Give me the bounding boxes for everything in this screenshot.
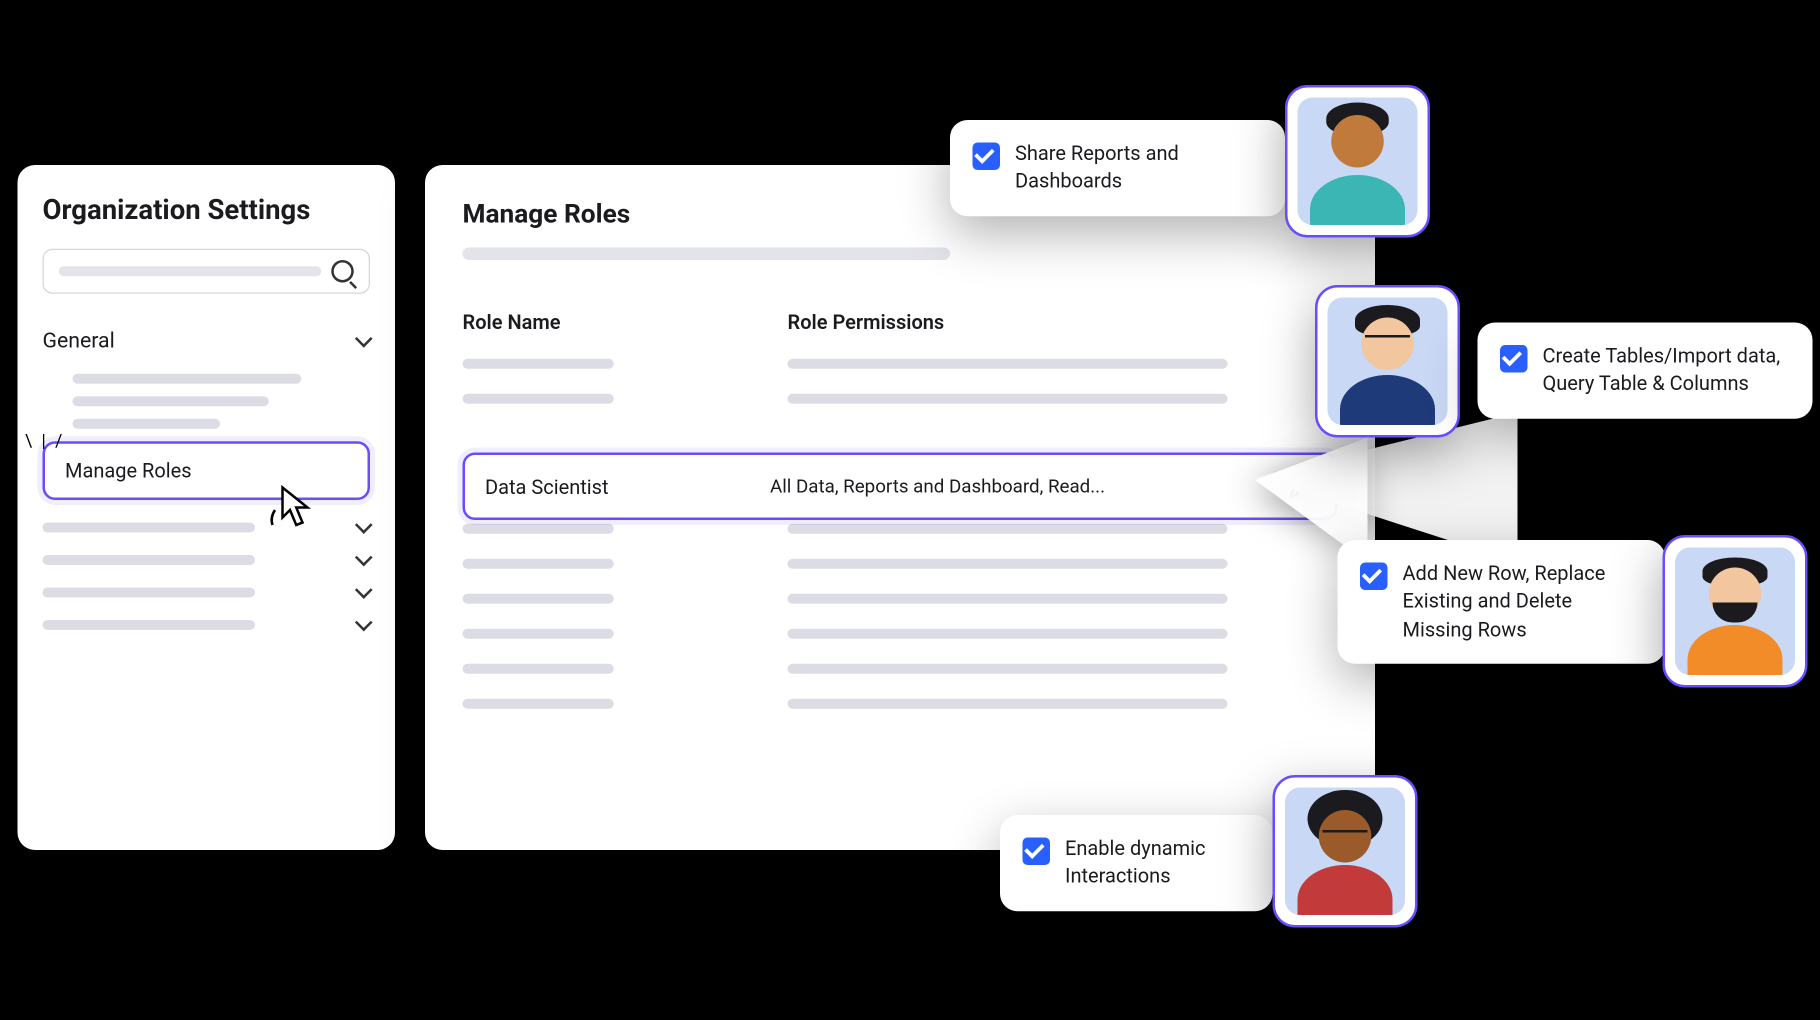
cell-skeleton (463, 664, 614, 674)
checkbox-checked-icon[interactable] (973, 143, 1001, 171)
nav-section-collapsed[interactable] (43, 555, 371, 565)
cell-skeleton (463, 594, 614, 604)
manage-roles-panel: Manage Roles Role Name Role Permissions (425, 165, 1375, 850)
nav-skeleton (73, 396, 269, 406)
role-permissions-cell: All Data, Reports and Dashboard, Read... (770, 475, 1288, 498)
cell-skeleton (788, 394, 1228, 404)
permission-callout: Enable dynamic Interactions (1000, 815, 1273, 911)
avatar (1675, 548, 1795, 676)
section-general[interactable]: General (43, 329, 371, 354)
checkbox-checked-icon[interactable] (1500, 345, 1528, 373)
avatar (1328, 298, 1448, 426)
column-header: Role Name (463, 310, 738, 334)
cell-skeleton (463, 359, 614, 369)
search-icon (331, 260, 354, 283)
panel-title: Organization Settings (43, 195, 371, 226)
cell-skeleton (788, 524, 1228, 534)
nav-skeleton (73, 419, 220, 429)
avatar-card (1285, 85, 1430, 238)
chevron-down-icon (355, 330, 373, 348)
cell-skeleton (788, 699, 1228, 709)
cell-skeleton (788, 559, 1228, 569)
roles-table: Role Name Role Permissions (463, 310, 1338, 734)
cell-skeleton (463, 394, 614, 404)
avatar-card (1315, 285, 1460, 438)
avatar (1298, 98, 1418, 226)
nav-skeleton (43, 588, 256, 598)
cell-skeleton (788, 664, 1228, 674)
cell-skeleton (788, 594, 1228, 604)
role-name-cell: Data Scientist (485, 474, 770, 498)
nav-skeleton (73, 374, 302, 384)
permission-callout: Share Reports and Dashboards (950, 120, 1285, 216)
permission-label: Create Tables/Import data, Query Table &… (1543, 343, 1791, 399)
permission-label: Share Reports and Dashboards (1015, 140, 1263, 196)
subtitle-skeleton (463, 248, 951, 261)
emphasis-tick-icon: \ | / (25, 431, 65, 451)
cell-skeleton (463, 699, 614, 709)
cell-skeleton (463, 524, 614, 534)
cursor-icon (265, 480, 315, 535)
nav-section-collapsed[interactable] (43, 620, 371, 630)
chevron-down-icon (355, 614, 373, 632)
permission-callout: Add New Row, Replace Existing and Delete… (1338, 540, 1666, 664)
avatar-card (1663, 535, 1808, 688)
chevron-down-icon (355, 581, 373, 599)
avatar-card (1273, 775, 1418, 928)
nav-skeleton (43, 523, 256, 533)
cell-skeleton (463, 629, 614, 639)
org-settings-panel: Organization Settings General \ | / Mana… (18, 165, 396, 850)
cell-skeleton (788, 359, 1228, 369)
role-row-selected[interactable]: Data Scientist All Data, Reports and Das… (463, 453, 1338, 521)
nav-section-collapsed[interactable] (43, 588, 371, 598)
column-role-name: Role Name (463, 310, 738, 734)
permission-label: Enable dynamic Interactions (1065, 835, 1250, 891)
checkbox-checked-icon[interactable] (1360, 563, 1388, 591)
search-field[interactable] (43, 249, 371, 294)
nav-section-collapsed[interactable] (43, 523, 371, 533)
nav-item-label: Manage Roles (65, 459, 192, 483)
chevron-down-icon (355, 549, 373, 567)
checkbox-checked-icon[interactable] (1023, 838, 1051, 866)
column-header: Role Permissions (788, 310, 1338, 334)
cell-skeleton (788, 629, 1228, 639)
nav-skeleton (43, 555, 256, 565)
cell-skeleton (463, 559, 614, 569)
avatar (1285, 788, 1405, 916)
nav-skeleton (43, 620, 256, 630)
permission-callout: Create Tables/Import data, Query Table &… (1478, 323, 1813, 419)
permission-label: Add New Row, Replace Existing and Delete… (1403, 560, 1643, 644)
section-label: General (43, 329, 115, 354)
nav-item-manage-roles[interactable]: \ | / Manage Roles (43, 441, 371, 500)
chevron-down-icon (355, 516, 373, 534)
search-placeholder-skel (59, 266, 322, 276)
